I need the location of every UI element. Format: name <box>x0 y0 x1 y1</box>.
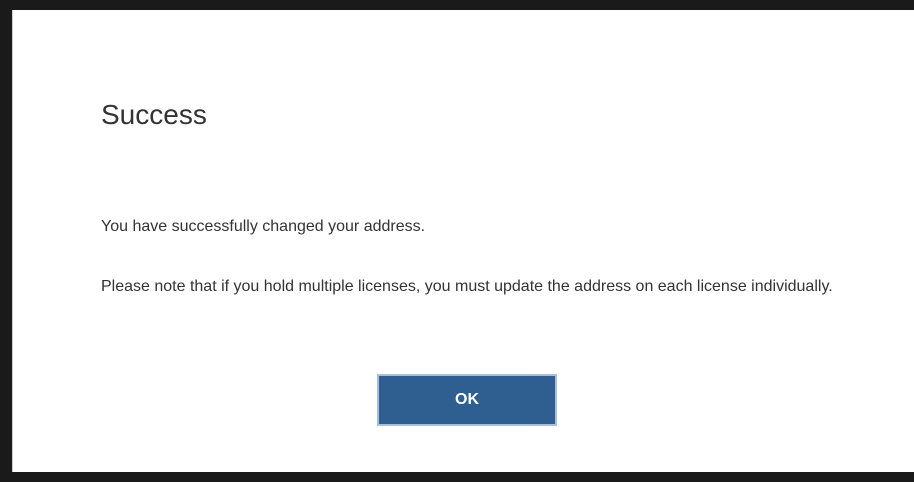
license-note: Please note that if you hold multiple li… <box>101 278 833 295</box>
window-frame: Success You have successfully changed yo… <box>0 0 914 482</box>
success-dialog: Success You have successfully changed yo… <box>12 10 914 472</box>
ok-button[interactable]: OK <box>377 374 557 426</box>
success-message: You have successfully changed your addre… <box>101 218 426 235</box>
dialog-title: Success <box>101 99 207 130</box>
